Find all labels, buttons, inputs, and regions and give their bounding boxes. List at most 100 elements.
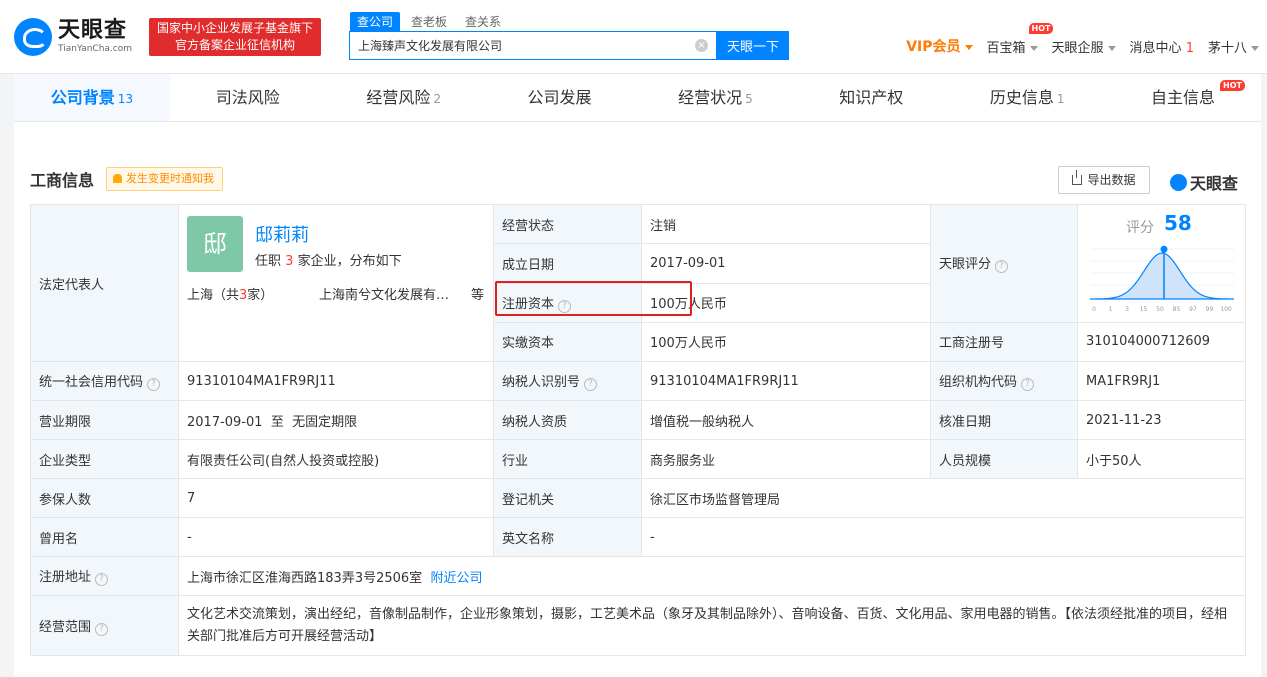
legal-rep-more[interactable]: 等: [471, 284, 484, 303]
top-nav: VIP会员 百宝箱 HOT 天眼企服 消息中心 1 茅十八: [892, 22, 1259, 56]
top-header: 天眼查 TianYanCha.com 国家中小企业发展子基金旗下 官方备案企业征…: [0, 0, 1267, 74]
paid-capital-value: 100万人民币: [641, 321, 931, 363]
tab-operating-risk[interactable]: 经营风险 2: [326, 74, 482, 121]
legal-rep-company-link[interactable]: 上海南兮文化发展有…: [319, 284, 459, 303]
org-code-value: MA1FR9RJ1: [1077, 361, 1246, 401]
tab-operating-status[interactable]: 经营状况 5: [638, 74, 794, 121]
change-notify-button[interactable]: 发生变更时通知我: [106, 167, 224, 191]
help-icon[interactable]: ?: [95, 573, 109, 586]
tab-history[interactable]: 历史信息 1: [949, 74, 1105, 121]
approve-date-label: 核准日期: [930, 400, 1078, 440]
hot-badge: HOT: [1220, 80, 1245, 91]
help-icon[interactable]: ?: [95, 622, 109, 636]
logo-domain: TianYanCha.com: [58, 44, 133, 54]
legal-rep-jobs: 任职 3 家企业，分布如下: [255, 254, 402, 269]
help-icon[interactable]: ?: [147, 378, 161, 391]
founded-label: 成立日期: [493, 243, 642, 284]
term-label: 营业期限: [30, 400, 179, 440]
status-value: 注销: [641, 203, 931, 245]
search-type-tabs: 查公司 查老板 查关系: [350, 12, 508, 31]
score-label: 天眼评分?: [930, 204, 1078, 323]
axis-tick-label: 85: [1173, 306, 1181, 313]
search-box: ×: [349, 31, 717, 60]
main-content: 公司背景 13 司法风险 经营风险 2 公司发展 经营状况 5 知识产权 历史信息 1 …: [14, 74, 1261, 677]
tab-company-development[interactable]: 公司发展: [482, 74, 638, 121]
legal-rep-region: 上海（共3家）: [187, 288, 274, 303]
search-tab-relation[interactable]: 查关系: [458, 12, 508, 31]
search-button[interactable]: 天眼一下: [717, 31, 789, 60]
insured-value: 7: [178, 478, 494, 518]
hot-badge: HOT: [1028, 22, 1054, 34]
english-name-label: 英文名称: [493, 517, 642, 557]
score-caption: 评分: [1126, 220, 1154, 236]
export-data-button[interactable]: 导出数据: [1058, 166, 1150, 194]
term-value: 2017-09-01 至 无固定期限: [178, 400, 494, 440]
staff-size-value: 小于50人: [1077, 439, 1246, 479]
industry-value: 商务服务业: [641, 439, 931, 479]
status-label: 经营状态: [493, 203, 642, 245]
clear-icon[interactable]: ×: [695, 39, 708, 52]
axis-tick-label: 1: [1109, 306, 1113, 313]
former-name-value: -: [178, 517, 494, 557]
taxid-value: 91310104MA1FR9RJ11: [641, 361, 931, 401]
axis-tick-label: 0: [1092, 306, 1096, 313]
address-label: 注册地址?: [30, 556, 179, 596]
logo-eye-icon: [14, 18, 52, 56]
category-tabs: 公司背景 13 司法风险 经营风险 2 公司发展 经营状况 5 知识产权 历史信息 1 …: [14, 74, 1261, 122]
legal-rep-name-link[interactable]: 邸莉莉: [255, 221, 309, 247]
tab-intellectual-property[interactable]: 知识产权: [793, 74, 949, 121]
status-highlight-box: [495, 281, 692, 316]
enterprise-service-menu[interactable]: 天眼企服: [1052, 37, 1116, 56]
treasure-box-menu[interactable]: 百宝箱 HOT: [987, 22, 1054, 56]
reg-no-value: 310104000712609: [1077, 321, 1246, 363]
chevron-down-icon: [1251, 45, 1259, 51]
section-title: 工商信息: [30, 171, 95, 190]
score-distribution-chart: 0 1 3 15 50 85 97 99 100: [1090, 245, 1234, 313]
chevron-down-icon: [1107, 45, 1116, 51]
axis-tick-label: 3: [1125, 306, 1129, 313]
user-menu[interactable]: 茅十八: [1208, 37, 1259, 56]
org-code-label: 组织机构代码?: [930, 361, 1078, 401]
tax-qual-value: 增值税一般纳税人: [641, 400, 931, 440]
axis-tick-label: 100: [1220, 306, 1232, 313]
logo-text: 天眼查: [58, 18, 128, 43]
approve-date-value: 2021-11-23: [1077, 400, 1246, 440]
taxid-label: 纳税人识别号?: [493, 361, 642, 401]
tab-company-background[interactable]: 公司背景 13: [14, 74, 170, 121]
score-marker-dot: [1160, 245, 1168, 253]
brand-watermark: 天眼查: [1170, 170, 1238, 194]
score-cell[interactable]: 评分 58 0 1 3 15 50 85 97 99 100: [1077, 204, 1246, 323]
nearby-companies-link[interactable]: 附近公司: [430, 571, 482, 586]
business-scope-value: 文化艺术交流策划，演出经纪，音像制品制作，企业形象策划，摄影，工艺美术品（象牙及…: [178, 595, 1246, 656]
axis-tick-label: 97: [1189, 306, 1197, 313]
company-type-value: 有限责任公司(自然人投资或控股): [178, 439, 494, 479]
download-icon: [1072, 170, 1083, 185]
axis-tick-label: 50: [1156, 306, 1164, 313]
paid-capital-label: 实缴资本: [493, 321, 642, 363]
help-icon[interactable]: ?: [1021, 378, 1035, 391]
search-input[interactable]: [350, 32, 680, 59]
message-center-link[interactable]: 消息中心 1: [1130, 37, 1194, 56]
help-icon[interactable]: ?: [584, 378, 598, 391]
search-tab-company[interactable]: 查公司: [350, 12, 401, 31]
authority-value: 徐汇区市场监督管理局: [641, 478, 1246, 518]
former-name-label: 曾用名: [30, 517, 179, 557]
business-scope-label: 经营范围?: [30, 595, 179, 656]
company-type-label: 企业类型: [30, 439, 179, 479]
staff-size-label: 人员规模: [930, 439, 1078, 479]
credit-code-value: 91310104MA1FR9RJ11: [178, 361, 494, 401]
avatar[interactable]: 邸: [187, 216, 243, 272]
insured-label: 参保人数: [30, 478, 179, 518]
score-value: 58: [1164, 211, 1192, 235]
authority-label: 登记机关: [493, 478, 642, 518]
help-icon[interactable]: ?: [995, 260, 1009, 274]
business-info-table: 法定代表人 邸 邸莉莉 任职 3 家企业，分布如下 上海（共3家） 上海南兮文化…: [30, 203, 1246, 656]
tab-legal-risk[interactable]: 司法风险: [170, 74, 326, 121]
tab-self-info[interactable]: 自主信息 HOT: [1105, 74, 1261, 121]
search-tab-boss[interactable]: 查老板: [404, 12, 454, 31]
site-logo[interactable]: 天眼查 TianYanCha.com: [14, 18, 132, 56]
distribution-curve: [1090, 252, 1234, 300]
industry-label: 行业: [493, 439, 642, 479]
vip-member-link[interactable]: VIP会员: [906, 36, 973, 56]
address-value: 上海市徐汇区淮海西路183弄3号2506室 附近公司: [178, 556, 1246, 596]
